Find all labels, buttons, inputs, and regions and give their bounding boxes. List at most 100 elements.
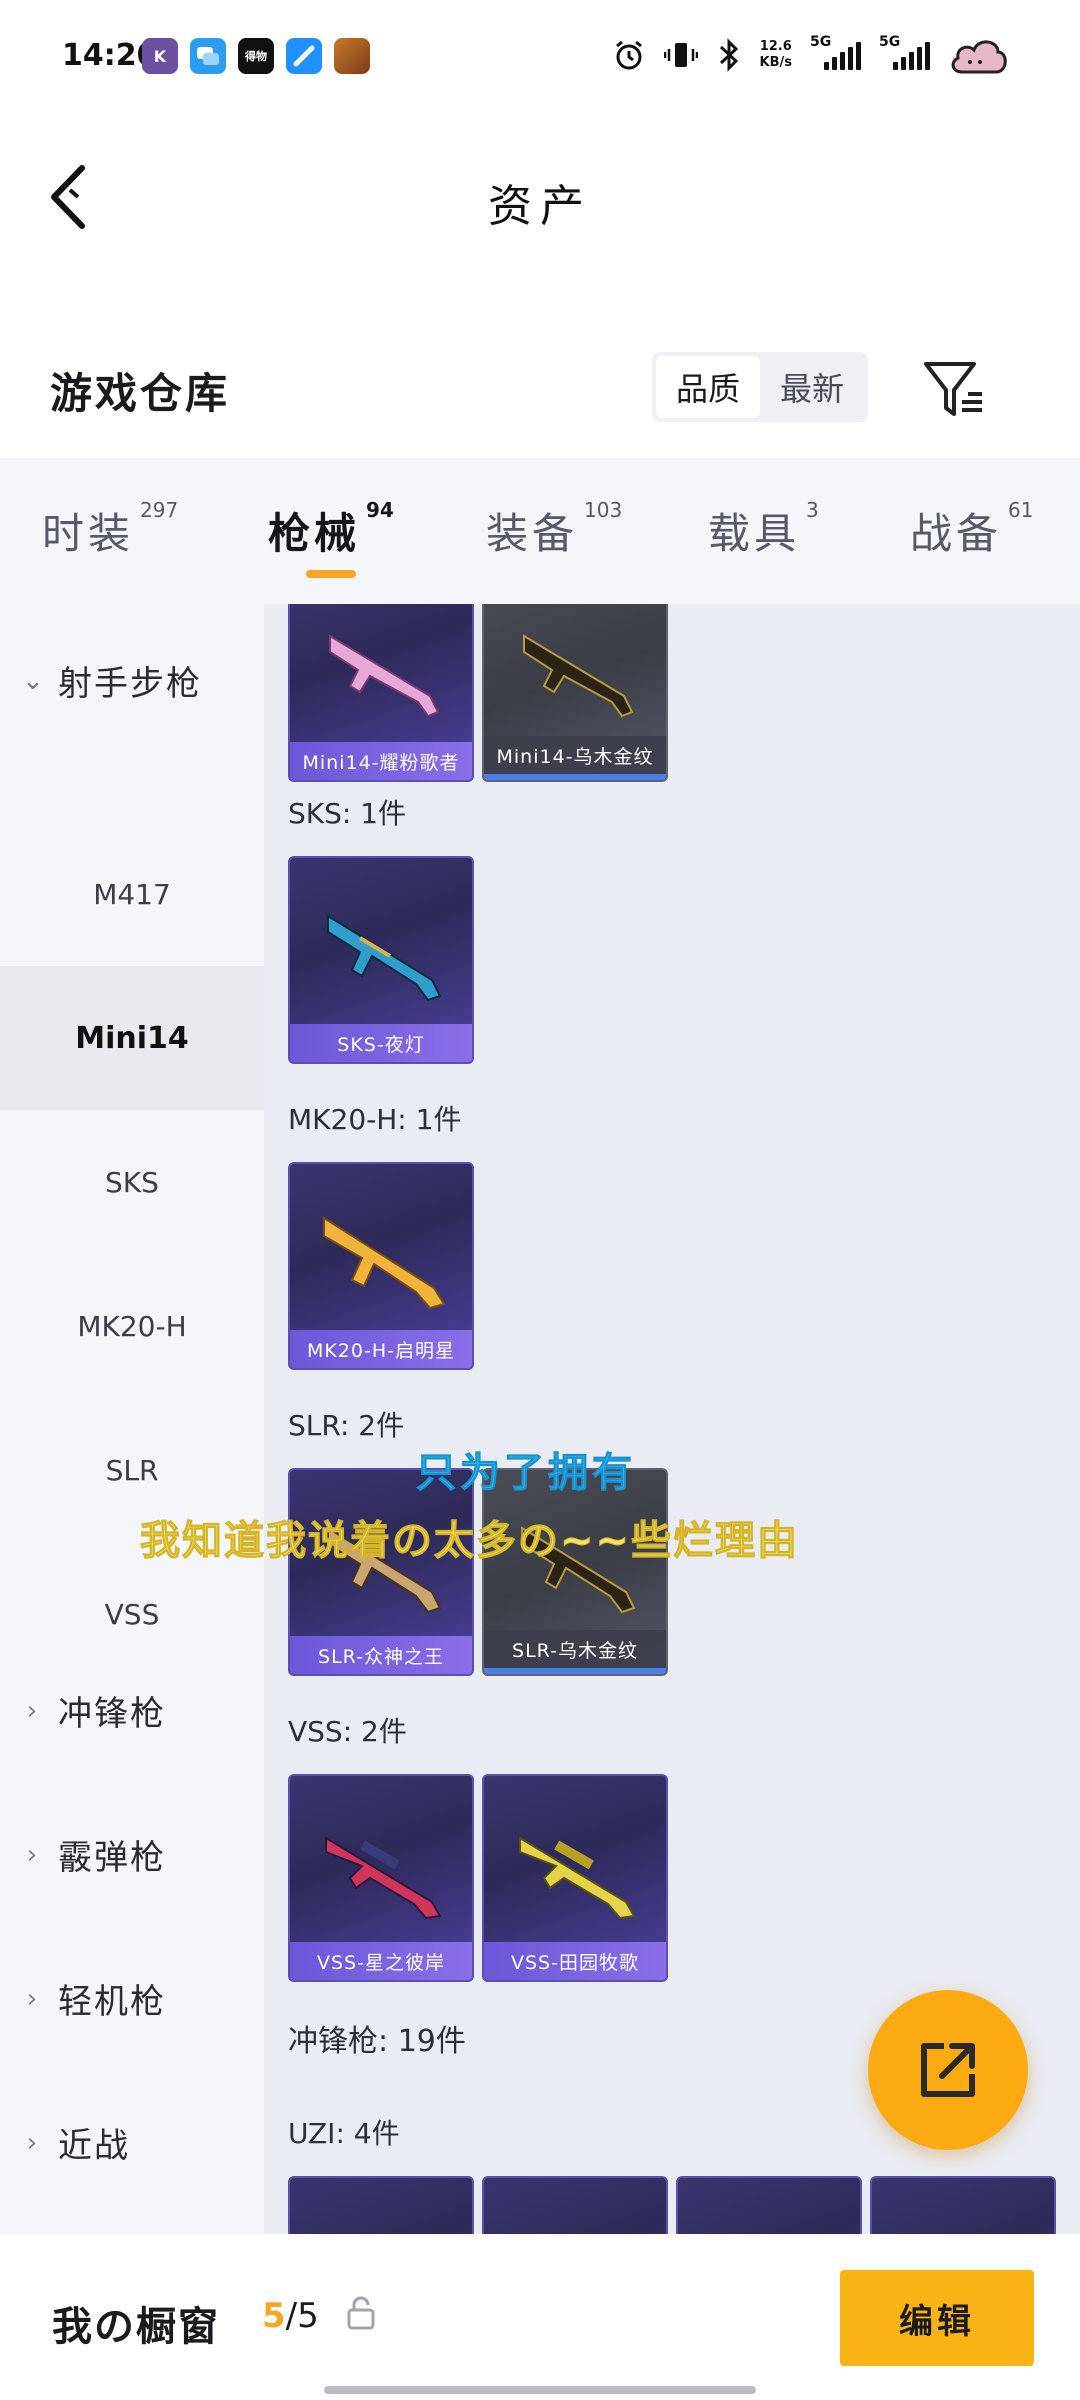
weapon-type-sidebar: ⌄ 射手步枪 M417 Mini14 SKS MK20-H SLR VSS › … (0, 604, 264, 2234)
alarm-icon (615, 40, 642, 70)
signal-1-label: 5G (810, 34, 832, 50)
showcase-count: 5/5 (262, 2296, 319, 2336)
section-label-sks: SKS: 1件 (288, 797, 407, 830)
rifle-skin-image (323, 1216, 446, 1310)
skin-card[interactable]: MK20-H-启明星 (288, 1162, 474, 1370)
category-tabs: 时装 297 枪械 94 装备 103 载具 3 战备 61 (0, 458, 1080, 604)
showcase-bar: 我の橱窗 5/5 编辑 (0, 2234, 1080, 2400)
skin-card-label: SLR-众神之王 (290, 1636, 472, 1674)
weapon-skin-list: Mini14-耀粉歌者 Mini14-乌木金纹 SKS: 1件 SKS-夜灯 M… (264, 604, 1080, 2234)
tab-label: 装备 (486, 509, 579, 558)
smg-skin-image (892, 2218, 1038, 2234)
news-app-icon: 得物 (238, 38, 274, 74)
skin-card-label: VSS-星之彼岸 (290, 1942, 472, 1980)
skin-card[interactable]: Mini14-耀粉歌者 (288, 604, 474, 782)
showcase-count-current: 5 (262, 2296, 286, 2336)
sort-quality-option[interactable]: 品质 (656, 356, 760, 418)
skin-card[interactable]: Mini14-乌木金纹 (482, 604, 668, 782)
skin-card-label: Mini14-耀粉歌者 (290, 742, 472, 780)
warehouse-title: 游戏仓库 (50, 369, 231, 418)
skin-card[interactable]: SLR-众神之王 (288, 1468, 474, 1676)
sidebar-group-label: 霰弹枪 (58, 1838, 166, 1878)
sidebar-group-marksman-rifle[interactable]: ⌄ 射手步枪 (22, 656, 202, 705)
chevron-down-icon: ⌄ (22, 665, 46, 696)
signal-strength-1: 5G (810, 34, 861, 70)
tab-count: 61 (1008, 498, 1034, 522)
skin-card[interactable] (482, 2176, 668, 2234)
smg-skin-image (504, 2218, 650, 2234)
rifle-skin-image (523, 634, 634, 718)
skin-card[interactable]: SLR-乌木金纹 (482, 1468, 668, 1676)
section-label-slr: SLR: 2件 (288, 1409, 405, 1442)
battery-cloud-icon (951, 40, 1007, 74)
section-label-smg: 冲锋枪: 19件 (288, 2024, 466, 2059)
tab-count: 3 (806, 498, 819, 522)
chat-app-icon (190, 38, 226, 74)
skin-card-label: Mini14-乌木金纹 (484, 736, 666, 774)
bluetooth-icon (719, 38, 738, 72)
share-button[interactable] (868, 1990, 1028, 2150)
tab-label: 战备 (910, 509, 1003, 558)
skin-card-label: SLR-乌木金纹 (484, 1630, 666, 1668)
share-external-icon (921, 2043, 975, 2097)
rifle-skin-image (519, 1836, 636, 1920)
chevron-right-icon: › (26, 1695, 40, 1726)
skin-card-label: VSS-田园牧歌 (484, 1942, 666, 1980)
top-header: 资产 (0, 110, 1080, 290)
sidebar-item-sks[interactable]: SKS (0, 1110, 264, 1254)
status-indicators: 12.6 KB/s 5G 5G (612, 34, 1010, 76)
rifle-skin-image (327, 914, 442, 1002)
sidebar-group-smg[interactable]: › 冲锋枪 (22, 1686, 166, 1735)
skin-card[interactable] (288, 2176, 474, 2234)
showcase-title: 我の橱窗 (52, 2304, 220, 2350)
sidebar-group-label: 射手步枪 (58, 664, 202, 704)
tab-label: 枪械 (268, 509, 361, 558)
smg-skin-image (698, 2218, 844, 2234)
section-label-mk20h: MK20-H: 1件 (288, 1103, 462, 1136)
sidebar-item-mini14[interactable]: Mini14 (0, 966, 264, 1110)
browser-app-icon (286, 38, 322, 74)
status-app-icons: K 得物 (142, 38, 370, 74)
lyric-line-2: 我知道我说着の太多の~~些烂理由 (139, 1518, 800, 1565)
skin-card[interactable]: VSS-田园牧歌 (482, 1774, 668, 1982)
game-app-icon (334, 38, 370, 74)
network-speed-value: 12.6 (759, 39, 792, 54)
section-label-uzi: UZI: 4件 (288, 2117, 400, 2150)
lyric-line-1: 只为了拥有 (416, 1450, 636, 1497)
skin-card[interactable]: VSS-星之彼岸 (288, 1774, 474, 1982)
tab-firearms[interactable]: 枪械 94 (268, 498, 394, 561)
sidebar-item-mk20h[interactable]: MK20-H (0, 1254, 264, 1398)
tab-vehicles[interactable]: 载具 3 (708, 498, 819, 561)
sidebar-group-label: 冲锋枪 (58, 1694, 166, 1734)
sort-toggle: 品质 最新 (652, 352, 868, 422)
skin-card[interactable] (870, 2176, 1056, 2234)
sort-newest-option[interactable]: 最新 (760, 356, 864, 418)
skin-card[interactable] (676, 2176, 862, 2234)
section-label-vss: VSS: 2件 (288, 1715, 407, 1748)
chevron-right-icon: › (26, 2127, 40, 2158)
edit-button[interactable]: 编辑 (840, 2270, 1034, 2366)
sidebar-group-shotgun[interactable]: › 霰弹枪 (22, 1830, 166, 1879)
tab-equipment[interactable]: 装备 103 (486, 498, 622, 561)
tab-outfit[interactable]: 时装 297 (42, 498, 179, 561)
vibrate-icon (663, 43, 698, 67)
network-speed: 12.6 KB/s (760, 39, 792, 71)
sidebar-group-melee[interactable]: › 近战 (22, 2118, 130, 2167)
home-indicator[interactable] (324, 2386, 756, 2394)
sidebar-group-lmg[interactable]: › 轻机枪 (22, 1974, 166, 2023)
sidebar-group-label: 轻机枪 (58, 1982, 166, 2022)
skin-card[interactable]: SKS-夜灯 (288, 856, 474, 1064)
tab-count: 297 (140, 498, 179, 522)
tab-supplies[interactable]: 战备 61 (910, 498, 1034, 561)
signal-strength-2: 5G (879, 34, 930, 70)
network-speed-unit: KB/s (759, 55, 792, 70)
tab-label: 载具 (708, 509, 801, 558)
skin-card-label: SKS-夜灯 (290, 1024, 472, 1062)
status-bar: 14:20 K 得物 12.6 KB/s 5G 5G (0, 0, 1080, 110)
filter-icon[interactable] (922, 358, 986, 422)
sidebar-item-m417[interactable]: M417 (0, 822, 264, 966)
k-app-icon: K (142, 38, 178, 74)
rifle-skin-image (329, 634, 440, 718)
lock-icon (347, 2296, 375, 2330)
active-tab-indicator (306, 570, 356, 578)
